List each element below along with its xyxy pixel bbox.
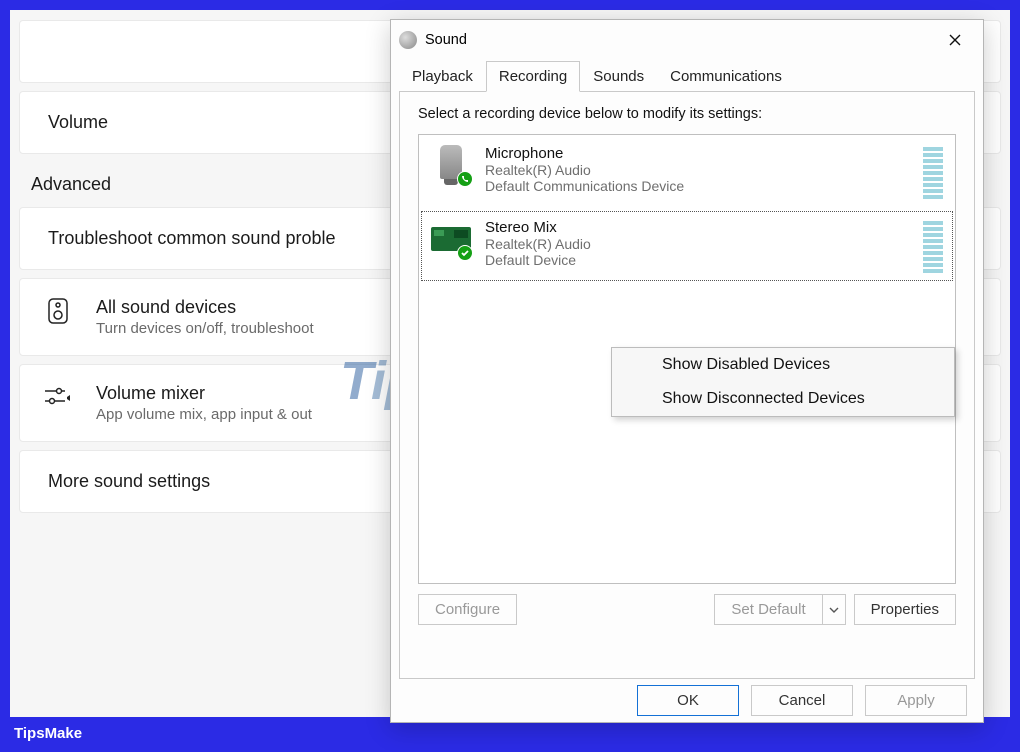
speaker-icon: [44, 297, 72, 325]
device-status: Default Communications Device: [485, 178, 909, 194]
device-name: Microphone: [485, 145, 909, 162]
default-device-badge-icon: [457, 245, 473, 261]
device-row-microphone[interactable]: Microphone Realtek(R) Audio Default Comm…: [419, 135, 955, 209]
set-default-split-button[interactable]: Set Default: [714, 594, 845, 625]
device-driver: Realtek(R) Audio: [485, 236, 909, 252]
device-status: Default Device: [485, 252, 909, 268]
tab-body: Select a recording device below to modif…: [399, 91, 975, 679]
dialog-buttons: OK Cancel Apply: [391, 679, 983, 722]
troubleshoot-label: Troubleshoot common sound proble: [48, 228, 336, 248]
device-driver: Realtek(R) Audio: [485, 162, 909, 178]
level-meter: [923, 219, 943, 273]
configure-button[interactable]: Configure: [418, 594, 517, 625]
instruction-text: Select a recording device below to modif…: [418, 106, 956, 122]
volume-label: Volume: [48, 112, 108, 132]
chevron-down-icon[interactable]: [822, 594, 846, 625]
properties-button[interactable]: Properties: [854, 594, 956, 625]
tab-playback[interactable]: Playback: [399, 61, 486, 92]
volume-mixer-sub: App volume mix, app input & out: [96, 406, 312, 423]
tab-sounds[interactable]: Sounds: [580, 61, 657, 92]
default-comm-badge-icon: [457, 171, 473, 187]
level-meter: [923, 145, 943, 199]
volume-mixer-title: Volume mixer: [96, 383, 312, 404]
sound-app-icon: [399, 31, 417, 49]
apply-button[interactable]: Apply: [865, 685, 967, 716]
menu-show-disabled[interactable]: Show Disabled Devices: [612, 348, 954, 382]
cancel-button[interactable]: Cancel: [751, 685, 853, 716]
all-sound-devices-sub: Turn devices on/off, troubleshoot: [96, 320, 314, 337]
device-list[interactable]: Microphone Realtek(R) Audio Default Comm…: [418, 134, 956, 584]
dialog-title: Sound: [425, 32, 935, 48]
context-menu: Show Disabled Devices Show Disconnected …: [611, 347, 955, 417]
sound-dialog: Sound Playback Recording Sounds Communic…: [390, 19, 984, 723]
device-name: Stereo Mix: [485, 219, 909, 236]
set-default-button[interactable]: Set Default: [714, 594, 821, 625]
microphone-icon: [431, 145, 471, 185]
close-button[interactable]: [935, 26, 975, 54]
device-row-stereomix[interactable]: Stereo Mix Realtek(R) Audio Default Devi…: [419, 209, 955, 283]
menu-show-disconnected[interactable]: Show Disconnected Devices: [612, 382, 954, 416]
tab-strip: Playback Recording Sounds Communications: [391, 60, 983, 91]
ok-button[interactable]: OK: [637, 685, 739, 716]
tab-recording[interactable]: Recording: [486, 61, 580, 92]
tab-communications[interactable]: Communications: [657, 61, 795, 92]
more-sound-label: More sound settings: [48, 471, 210, 491]
soundcard-icon: [431, 219, 471, 259]
titlebar: Sound: [391, 20, 983, 60]
all-sound-devices-title: All sound devices: [96, 297, 314, 318]
mixer-icon: [44, 383, 72, 411]
footer-brand: TipsMake: [14, 725, 82, 742]
